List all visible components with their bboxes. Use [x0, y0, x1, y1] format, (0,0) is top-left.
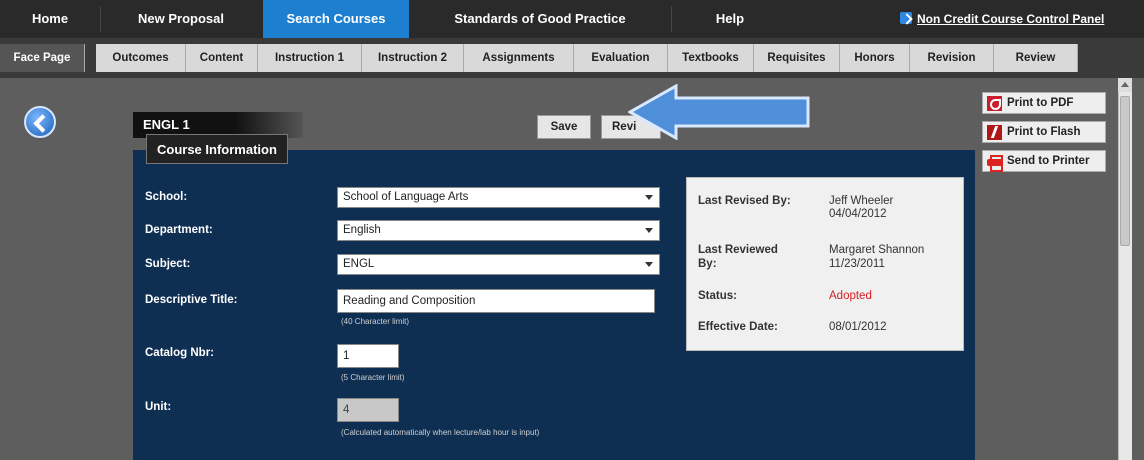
department-label: Department:	[145, 224, 213, 236]
tab-revision[interactable]: Revision	[910, 44, 994, 72]
unit-input: 4	[337, 398, 399, 422]
last-revised-date: 04/04/2012	[829, 208, 887, 220]
subject-select-value: ENGL	[343, 258, 375, 270]
sub-navigation: Face Page Outcomes Content Instruction 1…	[0, 38, 1144, 78]
tab-review[interactable]: Review	[994, 44, 1078, 72]
last-reviewed-name: Margaret Shannon	[829, 244, 925, 256]
scroll-up-icon[interactable]	[1118, 78, 1132, 92]
print-to-flash-label: Print to Flash	[1007, 126, 1081, 138]
tab-home[interactable]: Home	[0, 0, 100, 38]
title-char-limit-hint: (40 Character limit)	[341, 317, 410, 326]
last-reviewed-label-by: By:	[698, 258, 717, 270]
school-select[interactable]: School of Language Arts	[337, 187, 660, 208]
unit-calculation-hint: (Calculated automatically when lecture/l…	[341, 428, 540, 437]
tab-new-proposal[interactable]: New Proposal	[101, 0, 261, 38]
back-arrow-icon[interactable]	[24, 106, 56, 138]
school-label: School:	[145, 191, 188, 203]
send-to-printer-button[interactable]: Send to Printer	[982, 150, 1106, 172]
status-value: Adopted	[829, 290, 872, 302]
chevron-down-icon	[645, 195, 653, 200]
department-select[interactable]: English	[337, 220, 660, 241]
tab-evaluation[interactable]: Evaluation	[574, 44, 668, 72]
catalog-number-input[interactable]: 1	[337, 344, 399, 368]
print-to-pdf-label: Print to PDF	[1007, 97, 1074, 109]
print-to-flash-button[interactable]: Print to Flash	[982, 121, 1106, 143]
last-revised-label: Last Revised By:	[698, 195, 791, 207]
control-panel-link-label: Non Credit Course Control Panel	[917, 12, 1105, 26]
tab-textbooks[interactable]: Textbooks	[668, 44, 754, 72]
annotation-arrow-icon	[628, 84, 810, 140]
send-to-printer-label: Send to Printer	[1007, 155, 1090, 167]
tab-requisites[interactable]: Requisites	[754, 44, 840, 72]
effective-date-value: 08/01/2012	[829, 321, 887, 333]
effective-date-label: Effective Date:	[698, 321, 778, 333]
tab-content[interactable]: Content	[186, 44, 258, 72]
subject-label: Subject:	[145, 258, 191, 270]
status-label: Status:	[698, 290, 737, 302]
chevron-down-icon	[645, 228, 653, 233]
descriptive-title-label: Descriptive Title:	[145, 294, 238, 306]
pdf-icon	[987, 96, 1002, 111]
control-panel-link[interactable]: Non Credit Course Control Panel	[900, 0, 1104, 38]
scrollbar-thumb[interactable]	[1120, 96, 1130, 246]
printer-icon	[987, 154, 1003, 172]
tab-face-page[interactable]: Face Page	[0, 44, 85, 72]
external-link-icon	[900, 12, 912, 24]
tab-standards-good-practice[interactable]: Standards of Good Practice	[410, 0, 670, 38]
chevron-down-icon	[645, 262, 653, 267]
tab-instruction-1[interactable]: Instruction 1	[258, 44, 362, 72]
unit-label: Unit:	[145, 401, 172, 413]
panel-title: Course Information	[146, 134, 288, 164]
last-reviewed-date: 11/23/2011	[829, 258, 885, 270]
catalog-char-limit-hint: (5 Character limit)	[341, 373, 405, 382]
tab-instruction-2[interactable]: Instruction 2	[362, 44, 464, 72]
tab-help[interactable]: Help	[672, 0, 788, 38]
flash-icon	[987, 125, 1002, 140]
descriptive-title-input[interactable]: Reading and Composition	[337, 289, 655, 313]
tab-honors[interactable]: Honors	[840, 44, 910, 72]
subject-select[interactable]: ENGL	[337, 254, 660, 275]
top-navigation: Home New Proposal Search Courses Standar…	[0, 0, 1144, 38]
tab-outcomes[interactable]: Outcomes	[96, 44, 186, 72]
tab-assignments[interactable]: Assignments	[464, 44, 574, 72]
school-select-value: School of Language Arts	[343, 191, 469, 203]
save-button[interactable]: Save	[537, 115, 591, 139]
last-revised-name: Jeff Wheeler	[829, 195, 894, 207]
print-to-pdf-button[interactable]: Print to PDF	[982, 92, 1106, 114]
catalog-number-label: Catalog Nbr:	[145, 347, 214, 359]
last-reviewed-label: Last Reviewed	[698, 244, 778, 256]
tab-search-courses[interactable]: Search Courses	[263, 0, 409, 38]
department-select-value: English	[343, 224, 381, 236]
